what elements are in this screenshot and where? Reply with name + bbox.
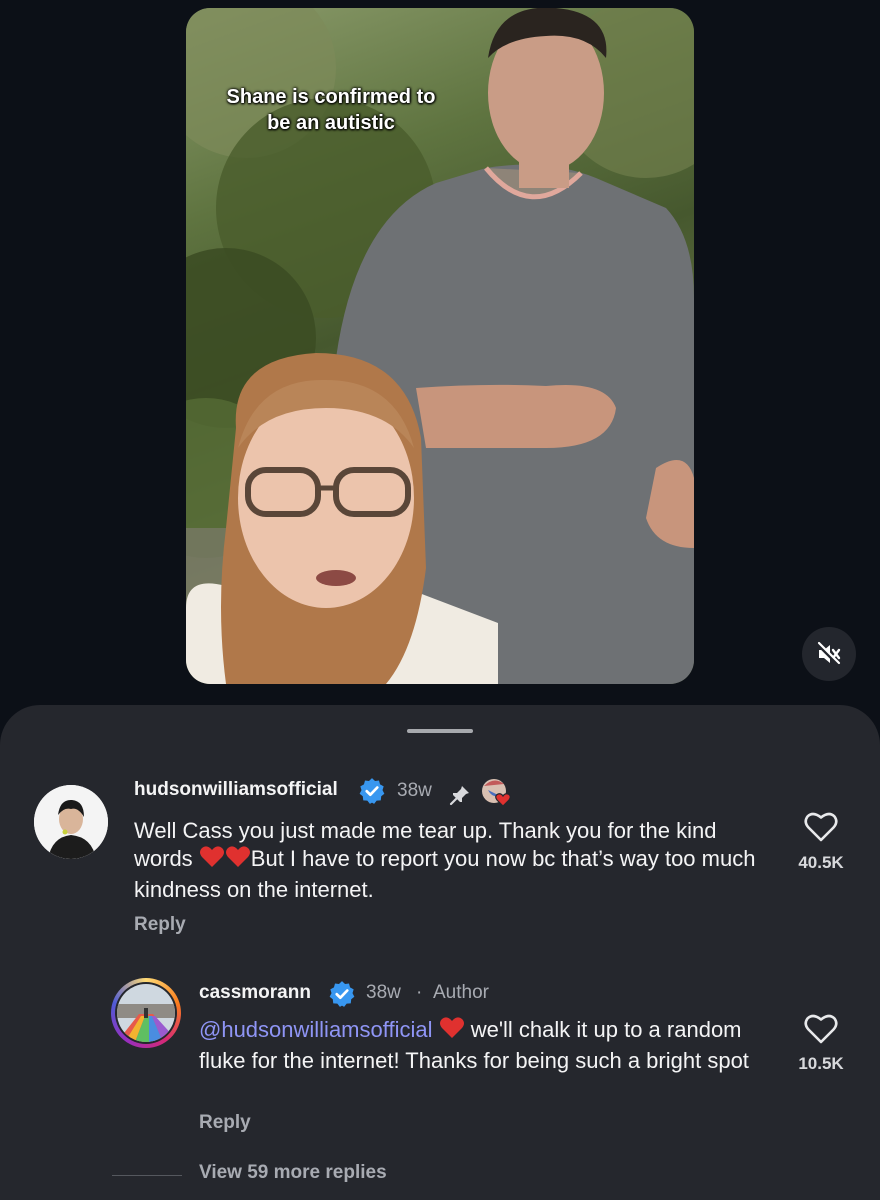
heart-like-icon[interactable] xyxy=(804,1013,838,1045)
comment-cassmorann: cassmorann 38w · Author @hudsonwilliamso… xyxy=(0,705,880,1155)
divider xyxy=(112,1175,182,1176)
caption-line-2: be an autistic xyxy=(267,112,395,134)
verified-badge-icon xyxy=(329,981,355,1007)
reply-button[interactable]: Reply xyxy=(199,1112,251,1134)
red-heart-emoji-icon xyxy=(439,1016,465,1047)
caption-line-1: Shane is confirmed to xyxy=(226,86,436,108)
like-count: 10.5K xyxy=(798,1054,844,1073)
avatar[interactable] xyxy=(111,978,181,1048)
video-player[interactable]: Shane is confirmed to be an autistic xyxy=(186,8,694,684)
comments-sheet: hudsonwilliamsofficial 38w Well Cass you… xyxy=(0,705,880,1200)
video-area: Shane is confirmed to be an autistic xyxy=(0,0,880,710)
comment-username[interactable]: cassmorann xyxy=(199,982,311,1004)
avatar-image xyxy=(117,984,175,1042)
comment-text: @hudsonwilliamsofficial we'll chalk it u… xyxy=(199,1016,759,1075)
separator-dot: · xyxy=(416,982,423,1003)
view-more-replies-button[interactable]: View 59 more replies xyxy=(199,1162,387,1184)
mention-link[interactable]: @hudsonwilliamsofficial xyxy=(199,1017,432,1042)
author-label: Author xyxy=(433,982,489,1003)
comment-age: 38w xyxy=(366,982,401,1003)
speaker-muted-icon xyxy=(816,641,841,666)
mute-button[interactable] xyxy=(802,627,856,681)
video-caption: Shane is confirmed to be an autistic xyxy=(186,84,476,136)
